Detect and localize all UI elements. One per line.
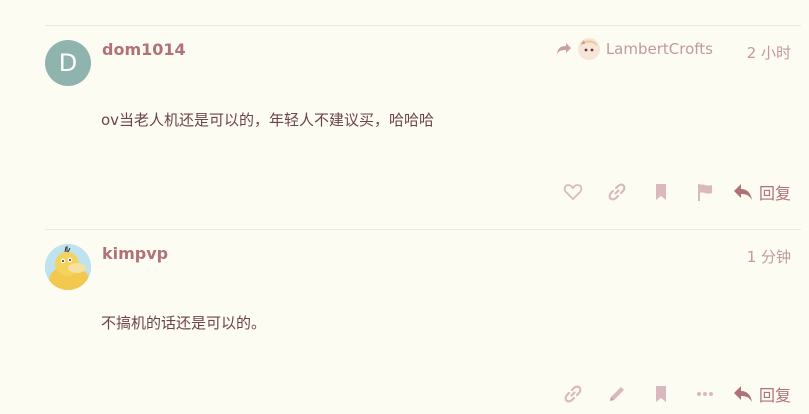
heart-icon	[563, 184, 583, 201]
reply-to-username: LambertCrofts	[605, 40, 713, 58]
edit-button[interactable]	[595, 380, 639, 408]
flag-button[interactable]	[683, 178, 727, 206]
reply-button[interactable]: 回复	[733, 382, 791, 406]
bookmark-icon	[655, 184, 666, 200]
avatar[interactable]	[45, 244, 91, 290]
reply-label: 回复	[758, 184, 791, 203]
share-link-button[interactable]	[551, 380, 595, 408]
post-date[interactable]: 2 小时	[747, 42, 791, 63]
avatar-letter: D	[58, 49, 78, 77]
share-link-button[interactable]	[595, 178, 639, 206]
flag-icon	[697, 184, 712, 201]
username[interactable]: kimpvp	[102, 244, 168, 263]
link-icon	[608, 183, 626, 201]
pencil-icon	[609, 387, 624, 401]
link-icon	[564, 385, 582, 403]
bookmark-icon	[655, 386, 666, 402]
reply-to-avatar	[577, 38, 600, 60]
username[interactable]: dom1014	[102, 40, 186, 59]
duck-avatar-icon	[45, 244, 91, 290]
post-actions: 回复	[551, 178, 791, 206]
reply-icon	[733, 386, 752, 402]
post: D dom1014 LambertCrofts 2 小时 ov当老人机还是可以的…	[45, 25, 801, 229]
reply-label: 回复	[758, 386, 791, 405]
post-body: 不搞机的话还是可以的。	[101, 314, 267, 332]
reply-icon	[733, 184, 752, 200]
more-button[interactable]	[683, 380, 727, 408]
post-body: ov当老人机还是可以的，年轻人不建议买，哈哈哈	[101, 111, 435, 129]
bookmark-button[interactable]	[639, 178, 683, 206]
reply-arrow-icon	[556, 43, 571, 55]
like-button[interactable]	[551, 178, 595, 206]
post: kimpvp 1 分钟 不搞机的话还是可以的。 回复	[45, 229, 801, 414]
reply-button[interactable]: 回复	[733, 180, 791, 204]
avatar[interactable]: D	[45, 40, 91, 86]
post-actions: 回复	[551, 380, 791, 408]
bookmark-button[interactable]	[639, 380, 683, 408]
reply-to-link[interactable]: LambertCrofts	[556, 38, 713, 60]
post-date[interactable]: 1 分钟	[747, 246, 791, 267]
ellipsis-icon	[696, 392, 713, 396]
